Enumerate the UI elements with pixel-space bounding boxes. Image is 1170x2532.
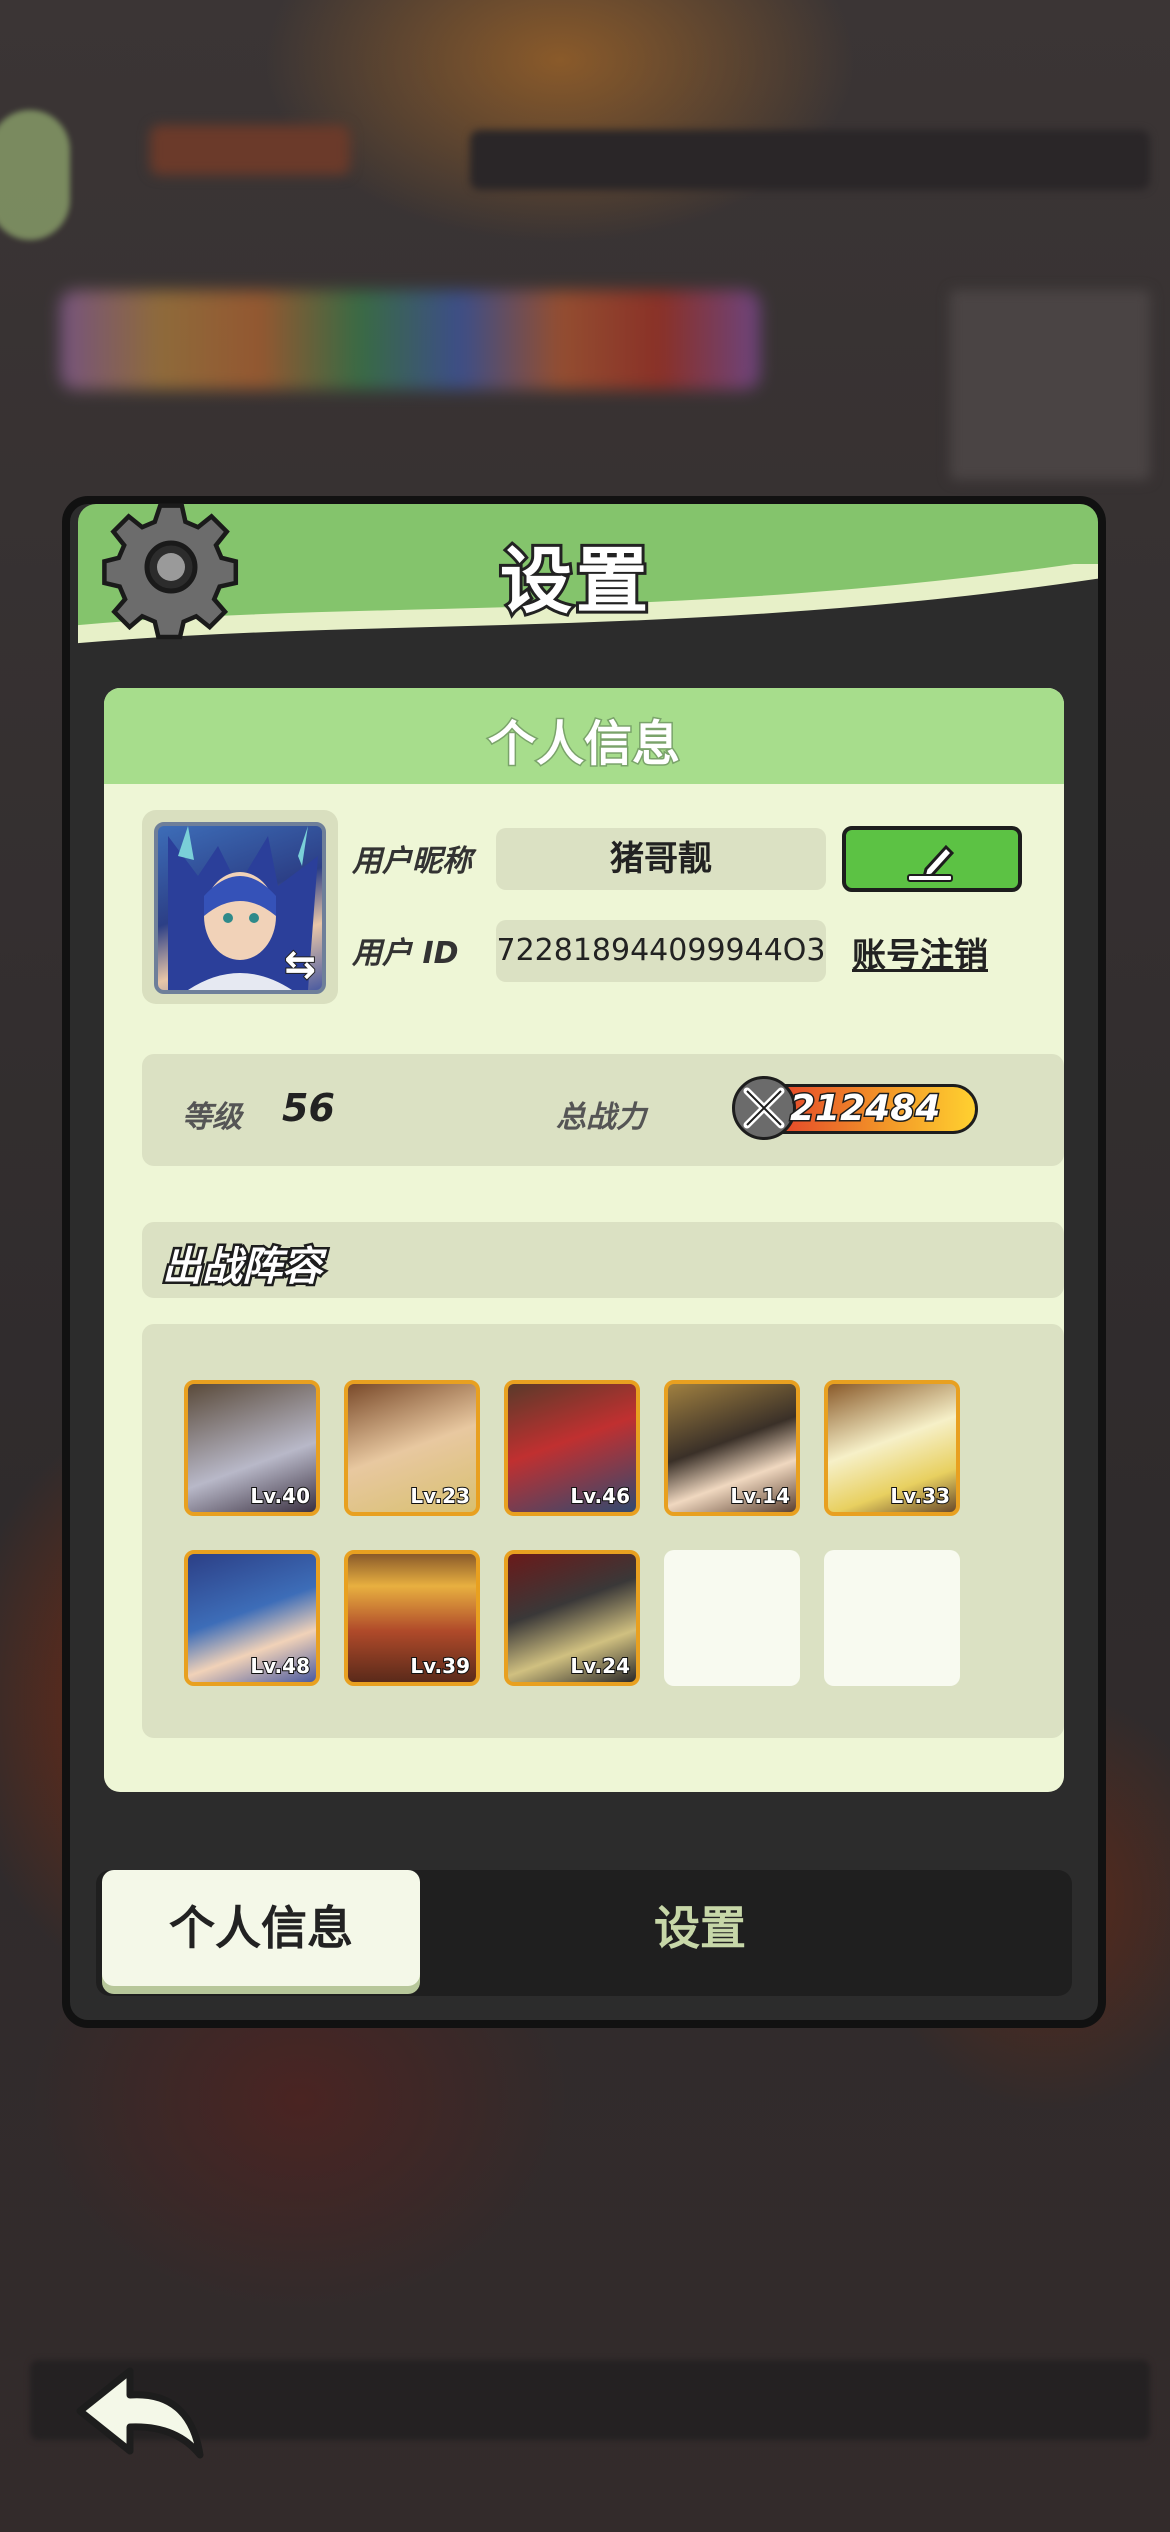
hero-slot-4[interactable]: Lv.14 bbox=[664, 1380, 800, 1516]
tab-settings[interactable]: 设置 bbox=[520, 1870, 880, 1986]
profile-panel-header: 个人信息 bbox=[104, 688, 1064, 784]
lineup-grid: Lv.40 Lv.23 Lv.46 Lv.14 Lv.33 Lv.48 Lv.3… bbox=[142, 1324, 1064, 1738]
hero-level: Lv.39 bbox=[409, 1653, 471, 1679]
hero-level: Lv.14 bbox=[729, 1483, 791, 1509]
hero-slot-1[interactable]: Lv.40 bbox=[184, 1380, 320, 1516]
empty-hero-slot[interactable] bbox=[664, 1550, 800, 1686]
back-arrow-icon[interactable] bbox=[60, 2355, 210, 2465]
level-value: 56 bbox=[282, 1086, 335, 1130]
crossed-swords-icon bbox=[732, 1076, 796, 1140]
avatar[interactable]: ⇆ bbox=[154, 822, 326, 994]
nickname-label: 用户昵称 bbox=[352, 844, 472, 879]
hero-slot-2[interactable]: Lv.23 bbox=[344, 1380, 480, 1516]
total-power-value: 212484 bbox=[788, 1087, 941, 1131]
hero-level: Lv.23 bbox=[409, 1483, 471, 1509]
user-id-label: 用户 ID bbox=[352, 936, 459, 971]
hero-slot-3[interactable]: Lv.46 bbox=[504, 1380, 640, 1516]
pencil-icon bbox=[907, 844, 955, 882]
user-id-field: 722818944099944O3 bbox=[496, 920, 826, 982]
hero-level: Lv.24 bbox=[569, 1653, 631, 1679]
nickname-field: 猪哥靓 bbox=[496, 828, 826, 890]
total-power-badge: 212484 bbox=[732, 1076, 982, 1140]
level-label: 等级 bbox=[182, 1100, 242, 1135]
hero-slot-6[interactable]: Lv.48 bbox=[184, 1550, 320, 1686]
tab-personal-info[interactable]: 个人信息 bbox=[102, 1870, 420, 1986]
modal-title: 设置 bbox=[497, 536, 653, 626]
hero-slot-7[interactable]: Lv.39 bbox=[344, 1550, 480, 1686]
lineup-header: 出战阵容 bbox=[142, 1222, 1064, 1298]
avatar-frame[interactable]: ⇆ bbox=[142, 810, 338, 1004]
lineup-title: 出战阵容 bbox=[160, 1242, 325, 1293]
hero-level: Lv.46 bbox=[569, 1483, 631, 1509]
hero-slot-8[interactable]: Lv.24 bbox=[504, 1550, 640, 1686]
edit-nickname-button[interactable] bbox=[842, 826, 1022, 892]
hero-level: Lv.33 bbox=[889, 1483, 951, 1509]
deregister-account-link[interactable]: 账号注销 bbox=[852, 928, 988, 977]
hero-slot-5[interactable]: Lv.33 bbox=[824, 1380, 960, 1516]
gear-icon bbox=[102, 503, 239, 640]
profile-panel-title: 个人信息 bbox=[486, 715, 681, 774]
total-power-label: 总战力 bbox=[556, 1100, 646, 1135]
empty-hero-slot[interactable] bbox=[824, 1550, 960, 1686]
hero-level: Lv.40 bbox=[249, 1483, 311, 1509]
stats-row: 等级 56 总战力 212484 bbox=[142, 1054, 1064, 1166]
hero-level: Lv.48 bbox=[249, 1653, 311, 1679]
modal-tabs: 个人信息 设置 bbox=[96, 1870, 1072, 1996]
profile-panel: 个人信息 ⇆ 用户昵称 猪哥靓 用户 ID 722818944099944O3 bbox=[104, 688, 1064, 1792]
swap-avatar-icon[interactable]: ⇆ bbox=[283, 941, 317, 987]
